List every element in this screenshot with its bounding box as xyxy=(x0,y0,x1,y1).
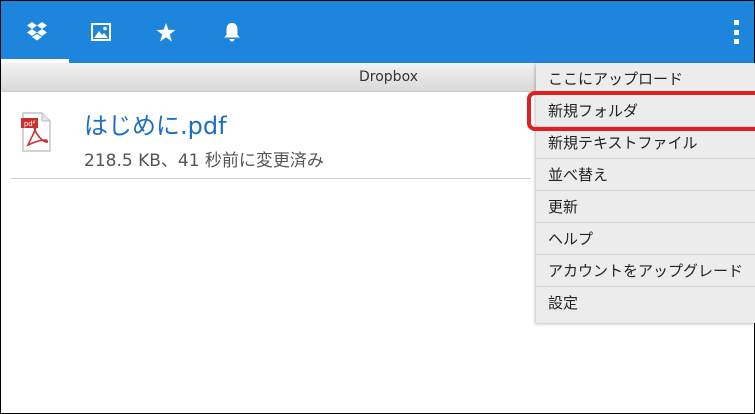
app-toolbar xyxy=(1,1,754,63)
menu-item-new-text-file[interactable]: 新規テキストファイル xyxy=(536,127,755,159)
menu-item-settings[interactable]: 設定 xyxy=(536,287,755,319)
file-meta: 218.5 KB、41 秒前に変更済み xyxy=(84,151,324,171)
menu-item-sort[interactable]: 並べ替え xyxy=(536,159,755,191)
menu-item-help[interactable]: ヘルプ xyxy=(536,223,755,255)
dropbox-icon[interactable] xyxy=(23,19,51,45)
list-item[interactable]: pdf はじめに.pdf 218.5 KB、41 秒前に変更済み xyxy=(1,92,601,179)
pdf-file-icon: pdf xyxy=(21,112,51,152)
list-divider xyxy=(11,178,531,179)
notifications-bell-icon[interactable] xyxy=(218,19,246,45)
menu-item-refresh[interactable]: 更新 xyxy=(536,191,755,223)
menu-item-upgrade-account[interactable]: アカウントをアップグレード xyxy=(536,255,755,287)
file-name: はじめに.pdf xyxy=(84,112,227,140)
current-folder-label: Dropbox xyxy=(359,69,418,85)
overflow-menu-icon[interactable] xyxy=(726,17,746,47)
favorites-star-icon[interactable] xyxy=(152,19,180,45)
photos-icon[interactable] xyxy=(87,19,115,45)
highlight-annotation xyxy=(527,91,755,131)
